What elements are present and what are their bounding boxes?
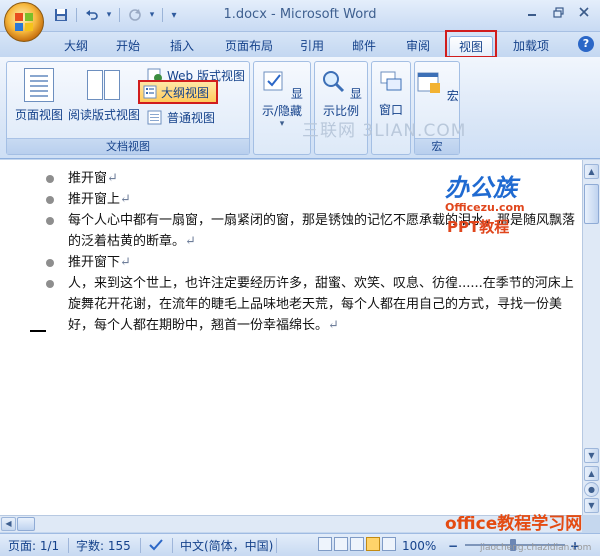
magnifier-icon — [323, 71, 345, 93]
paragraph-mark: ↵ — [107, 171, 118, 186]
zoom-out-icon[interactable]: − — [448, 538, 458, 554]
outline-bullet-icon[interactable] — [46, 196, 54, 204]
minimize-icon[interactable] — [520, 3, 544, 21]
hscroll-thumb[interactable] — [17, 517, 35, 531]
scroll-left-icon[interactable]: ◀ — [1, 517, 16, 531]
draft-view-label: 普通视图 — [167, 110, 216, 125]
macros-button[interactable]: 宏 — [415, 68, 459, 104]
tab-page-layout[interactable]: 页面布局 — [218, 36, 280, 56]
tab-addins[interactable]: 加载项 — [506, 36, 556, 56]
page-view-icon — [24, 68, 54, 102]
tab-home[interactable]: 开始 — [108, 36, 148, 56]
page-view-label: 页面视图 — [14, 108, 63, 122]
ribbon-tabs: 大纲 开始 插入 页面布局 引用 邮件 审阅 视图 加载项 — [0, 32, 600, 57]
scroll-down-icon[interactable]: ▼ — [584, 448, 599, 463]
show-hide-icon — [263, 71, 283, 91]
outline-bullet-icon[interactable] — [46, 175, 54, 183]
status-separator — [140, 538, 141, 553]
footer-watermark: office教程学习网 — [445, 514, 583, 534]
reading-view-button[interactable]: 阅读版式视图 — [67, 68, 141, 123]
document-views-group-label: 文档视图 — [7, 138, 249, 154]
reading-view-label: 阅读版式视图 — [67, 108, 140, 122]
reading-view-icon — [87, 68, 121, 102]
outline-bullet-icon[interactable] — [46, 280, 54, 288]
proofing-icon[interactable] — [148, 538, 164, 554]
status-separator — [68, 538, 69, 553]
zoom-button[interactable]: 显示比例 — [315, 68, 367, 119]
text-cursor — [30, 330, 46, 332]
outline-bullet-icon[interactable] — [46, 259, 54, 267]
ribbon: 页面视图 阅读版式视图 Web 版式视图 普通视图 文档视图 显示/隐藏 ▾ 显… — [0, 57, 600, 159]
brand-subtitle: PPT教程 — [447, 218, 510, 236]
brand-watermark: 办公族 Officezu.com PPT教程 — [445, 168, 525, 237]
brand-url: Officezu.com — [445, 201, 525, 214]
outline-item-text: 推开窗 — [68, 171, 108, 186]
status-separator — [172, 538, 173, 553]
next-page-icon[interactable]: ▼ — [584, 498, 599, 513]
paragraph-mark: ↵ — [185, 234, 196, 249]
brand-name: 办公族 — [445, 174, 517, 202]
word-count[interactable]: 字数: 155 — [76, 538, 131, 554]
tab-outline[interactable]: 大纲 — [58, 36, 94, 56]
previous-page-icon[interactable]: ▲ — [584, 466, 599, 481]
site-watermark: 三联网 3LIAN.COM — [302, 121, 467, 141]
tab-references[interactable]: 引用 — [292, 36, 332, 56]
outline-item-text: 推开窗上 — [68, 192, 121, 207]
outline-item-text: 推开窗下 — [68, 255, 121, 270]
outline-bullet-icon[interactable] — [46, 217, 54, 225]
vertical-scrollbar[interactable]: ▲ ▼ ▲ ● ▼ — [582, 160, 600, 515]
page-view-button[interactable]: 页面视图 — [11, 68, 67, 123]
scroll-thumb[interactable] — [584, 184, 599, 224]
window-label: 窗口 — [378, 103, 403, 117]
close-icon[interactable] — [572, 3, 596, 21]
paragraph-mark: ↵ — [328, 318, 339, 333]
page-count[interactable]: 页面: 1/1 — [8, 538, 59, 554]
macro-icon — [417, 72, 441, 93]
browse-object-icon[interactable]: ● — [584, 482, 599, 497]
outline-item-text: 人，来到这个世上，也许注定要经历许多，甜蜜、欢笑、叹息、彷徨......在季节的… — [68, 276, 574, 333]
office-button[interactable] — [4, 2, 44, 42]
web-layout-view-icon[interactable] — [350, 537, 364, 551]
window-icon — [380, 71, 402, 91]
tab-review[interactable]: 审阅 — [398, 36, 438, 56]
scroll-up-icon[interactable]: ▲ — [584, 164, 599, 179]
view-tab-highlight — [445, 30, 497, 58]
help-icon[interactable]: ? — [578, 36, 594, 52]
footer-url-watermark: jiaocheng.chazidian.com — [480, 543, 592, 553]
print-layout-view-icon[interactable] — [318, 537, 332, 551]
outline-view-icon — [143, 85, 157, 99]
tab-insert[interactable]: 插入 — [162, 36, 202, 56]
restore-icon[interactable] — [546, 3, 570, 21]
outline-view-button[interactable]: 大纲视图 — [138, 80, 218, 104]
window-button[interactable]: 窗口 — [372, 68, 410, 118]
tab-mailings[interactable]: 邮件 — [344, 36, 384, 56]
paragraph-mark: ↵ — [120, 192, 131, 207]
draft-view-icon — [147, 110, 162, 124]
macros-label: 宏 — [446, 89, 459, 103]
window-controls — [520, 3, 596, 21]
language-indicator[interactable]: 中文(简体，中国) — [180, 538, 273, 554]
group-document-views: 页面视图 阅读版式视图 Web 版式视图 普通视图 文档视图 — [6, 61, 250, 155]
office-logo-icon — [15, 13, 33, 31]
outline-item[interactable]: 推开窗下↵ — [40, 252, 580, 273]
paragraph-mark: ↵ — [120, 255, 131, 270]
outline-view-status-icon[interactable] — [366, 537, 380, 551]
outline-item[interactable]: 人，来到这个世上，也许注定要经历许多，甜蜜、欢笑、叹息、彷徨......在季节的… — [40, 273, 580, 336]
outline-view-label: 大纲视图 — [161, 85, 210, 100]
draft-view-status-icon[interactable] — [382, 537, 396, 551]
full-screen-reading-icon[interactable] — [334, 537, 348, 551]
status-separator — [276, 538, 277, 553]
zoom-level[interactable]: 100% — [402, 538, 436, 554]
window-title: 1.docx - Microsoft Word — [223, 7, 377, 22]
title-bar: ▾ ▾ ▾ 1.docx - Microsoft Word — [0, 0, 600, 32]
draft-view-button[interactable]: 普通视图 — [147, 108, 215, 126]
